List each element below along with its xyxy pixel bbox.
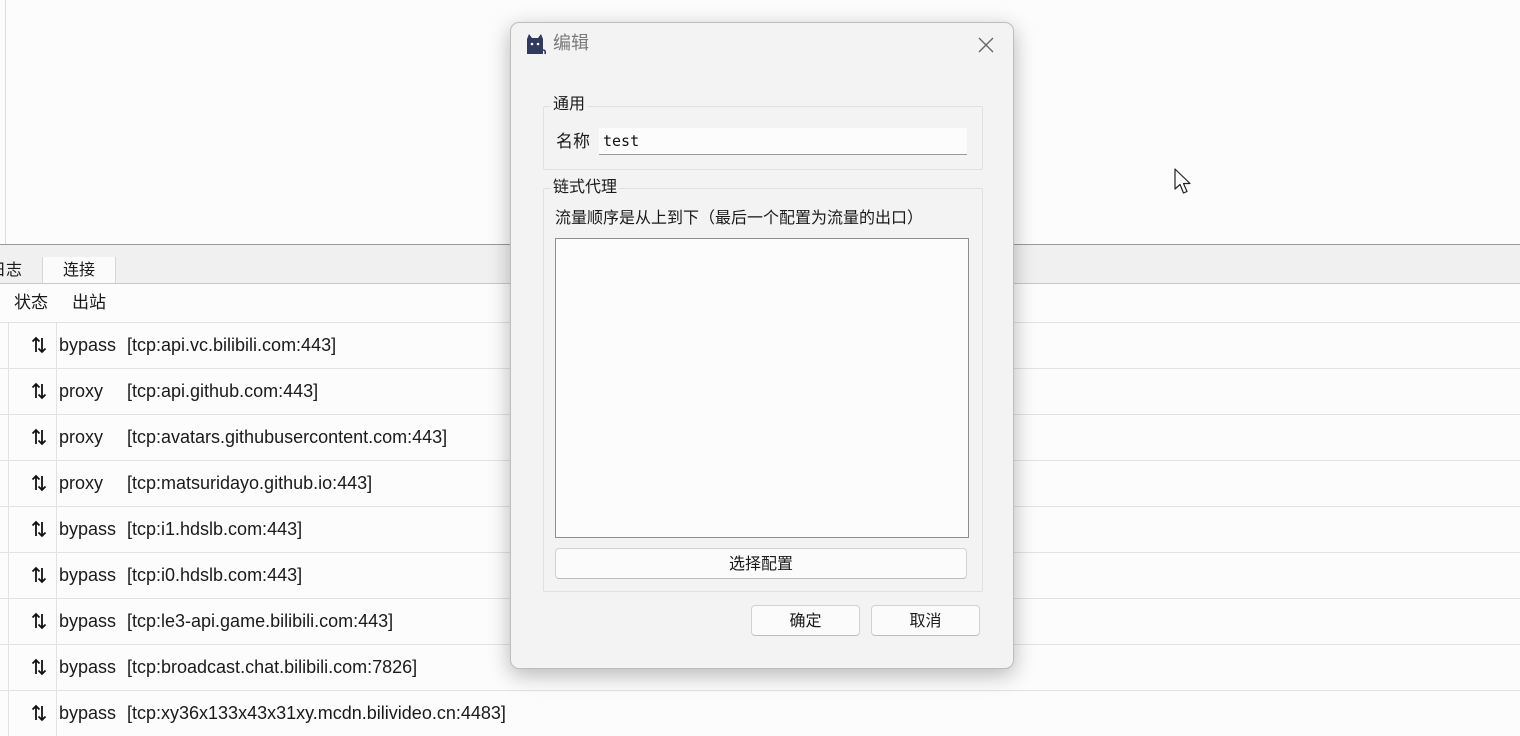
- status-cell: [8, 691, 57, 736]
- close-icon[interactable]: [971, 31, 1001, 59]
- status-cell: [8, 645, 57, 690]
- updown-arrows-icon: [31, 382, 47, 400]
- dialog-title: 编辑: [553, 33, 589, 54]
- updown-arrows-icon: [31, 612, 47, 630]
- destination-cell: [tcp:xy36x133x43x31xy.mcdn.bilivideo.cn:…: [127, 703, 506, 723]
- destination-cell: [tcp:avatars.githubusercontent.com:443]: [127, 427, 448, 447]
- updown-arrows-icon: [31, 566, 47, 584]
- outbound-cell: proxy: [59, 427, 104, 447]
- destination-cell: [tcp:api.github.com:443]: [127, 381, 319, 401]
- outbound-cell: bypass: [59, 565, 117, 585]
- dialog-titlebar[interactable]: 编辑: [511, 23, 1013, 67]
- tab-log[interactable]: 日志: [0, 257, 42, 283]
- status-cell: [8, 507, 57, 552]
- ok-button[interactable]: 确定: [751, 605, 860, 636]
- status-cell: [8, 415, 57, 460]
- updown-arrows-icon: [31, 520, 47, 538]
- tab-connections[interactable]: 连接: [42, 257, 116, 283]
- edit-dialog: 编辑 通用 名称 链式代理 流量顺序是从上到下（最后一个配置为流量的出口） 选择…: [510, 22, 1014, 669]
- general-group-title: 通用: [551, 94, 588, 114]
- outbound-cell: proxy: [59, 473, 104, 493]
- status-cell: [8, 323, 57, 368]
- cat-app-icon: [527, 34, 546, 55]
- destination-cell: [tcp:api.vc.bilibili.com:443]: [127, 335, 337, 355]
- outbound-cell: bypass: [59, 657, 117, 677]
- table-row[interactable]: bypass [tcp:xy36x133x43x31xy.mcdn.bilivid…: [0, 690, 1520, 736]
- chain-group-title: 链式代理: [551, 177, 620, 197]
- status-cell: [8, 369, 57, 414]
- mouse-cursor-icon: [1174, 168, 1191, 194]
- name-input[interactable]: [599, 128, 967, 155]
- tab-log-label: 日志: [0, 260, 23, 279]
- tab-connections-label: 连接: [62, 260, 95, 279]
- status-cell: [8, 599, 57, 644]
- chain-profile-list[interactable]: [555, 238, 969, 538]
- updown-arrows-icon: [31, 336, 47, 354]
- updown-arrows-icon: [31, 658, 47, 676]
- updown-arrows-icon: [31, 704, 47, 722]
- outbound-cell: bypass: [59, 611, 117, 631]
- cancel-button[interactable]: 取消: [871, 605, 980, 636]
- outbound-cell: bypass: [59, 703, 117, 723]
- updown-arrows-icon: [31, 428, 47, 446]
- left-edge-divider: [5, 0, 6, 244]
- updown-arrows-icon: [31, 474, 47, 492]
- outbound-cell: bypass: [59, 519, 117, 539]
- status-cell: [8, 461, 57, 506]
- chain-order-hint: 流量顺序是从上到下（最后一个配置为流量的出口）: [555, 208, 924, 227]
- destination-cell: [tcp:i0.hdslb.com:443]: [127, 565, 303, 585]
- destination-cell: [tcp:matsuridayo.github.io:443]: [127, 473, 373, 493]
- destination-cell: [tcp:i1.hdslb.com:443]: [127, 519, 303, 539]
- status-cell: [8, 553, 57, 598]
- outbound-cell: proxy: [59, 381, 104, 401]
- column-header-outbound[interactable]: 出站: [72, 284, 106, 322]
- column-header-status[interactable]: 状态: [14, 284, 48, 322]
- name-label: 名称: [556, 132, 590, 152]
- destination-cell: [tcp:le3-api.game.bilibili.com:443]: [127, 611, 394, 631]
- select-profile-button[interactable]: 选择配置: [555, 548, 967, 579]
- destination-cell: [tcp:broadcast.chat.bilibili.com:7826]: [127, 657, 418, 677]
- outbound-cell: bypass: [59, 335, 117, 355]
